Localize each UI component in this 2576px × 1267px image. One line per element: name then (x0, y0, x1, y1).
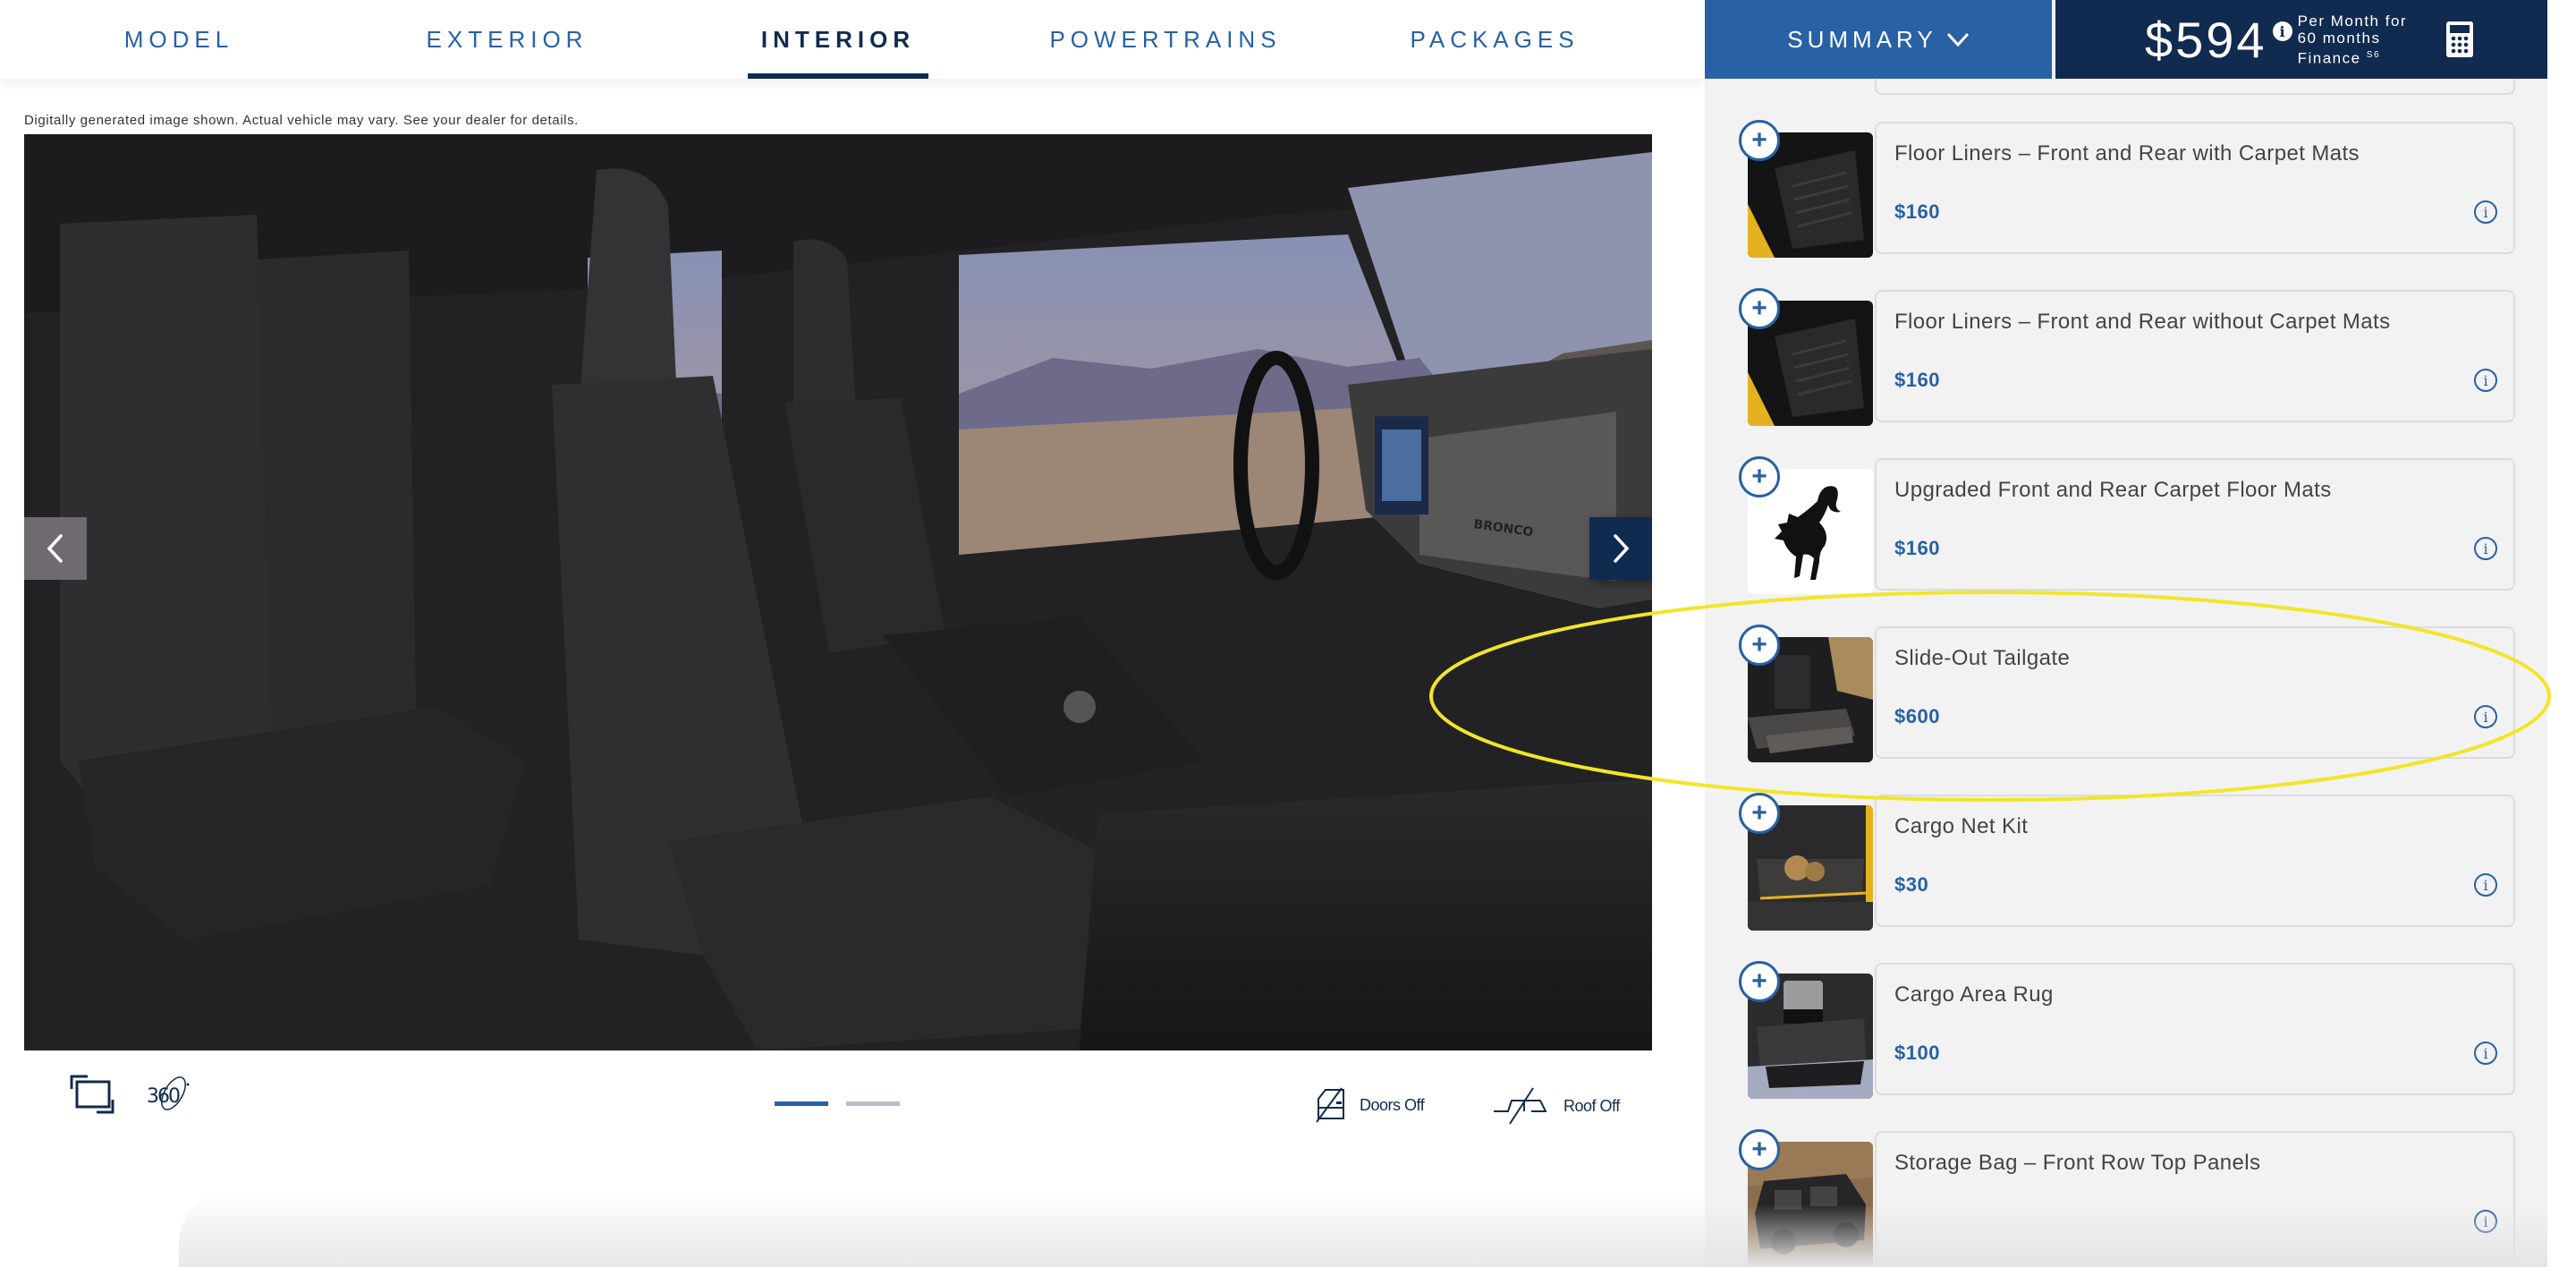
accessory-item: + Floor Liners – Front and Rear without … (1739, 288, 2519, 433)
roof-off-icon (1494, 1087, 1547, 1125)
tab-powertrains[interactable]: POWERTRAINS (1049, 0, 1275, 79)
accessory-price: $160 (1894, 200, 1940, 223)
accessory-item: + Floor Liners – Front and Rear with Car… (1739, 120, 2519, 265)
price-info-icon[interactable]: i (2272, 21, 2292, 41)
info-icon[interactable]: i (2474, 873, 2497, 897)
accessory-item: + Cargo Area Rug $100 i (1739, 961, 2519, 1106)
carousel-dot-1[interactable] (775, 1101, 828, 1106)
price-term-line3: Finance (2297, 49, 2361, 67)
accessory-price: $600 (1894, 705, 1940, 727)
add-accessory-button[interactable]: + (1739, 120, 1780, 161)
tab-interior[interactable]: INTERIOR (748, 0, 928, 79)
tab-exterior[interactable]: EXTERIOR (427, 0, 583, 79)
accessory-card[interactable]: Slide-Out Tailgate $600 i (1875, 626, 2515, 759)
chevron-right-icon (1614, 534, 1630, 563)
carousel-indicators (775, 1101, 900, 1106)
roof-off-label: Roof Off (1563, 1096, 1620, 1115)
accessory-card[interactable]: Storage Bag – Front Row Top Panels i (1875, 1131, 2515, 1263)
config-tabs: MODEL EXTERIOR INTERIOR POWERTRAINS PACK… (0, 0, 1705, 79)
tab-model[interactable]: MODEL (124, 0, 228, 79)
360-view-icon[interactable]: 360 (145, 1074, 191, 1115)
accessory-item: + Cargo Net Kit $30 i (1739, 793, 2519, 938)
monthly-price: $594 (2145, 11, 2267, 68)
doors-off-label: Doors Off (1360, 1095, 1425, 1114)
tab-exterior-label: EXTERIOR (426, 25, 589, 53)
accessory-item: + Storage Bag – Front Row Top Panels i (1739, 1129, 2519, 1267)
info-icon[interactable]: i (2474, 200, 2497, 224)
tab-interior-label: INTERIOR (760, 25, 916, 53)
accessory-name: Floor Liners – Front and Rear with Carpe… (1894, 141, 2360, 166)
tab-powertrains-label: POWERTRAINS (1049, 25, 1282, 53)
chevron-left-icon (47, 534, 63, 563)
previous-image-button[interactable] (24, 517, 87, 580)
accessory-name: Floor Liners – Front and Rear without Ca… (1894, 310, 2391, 334)
doors-off-icon (1316, 1087, 1344, 1123)
next-image-button[interactable] (1589, 517, 1652, 580)
accessory-price: $160 (1894, 369, 1940, 391)
bottom-fade (179, 1190, 1705, 1267)
carousel-dot-2[interactable] (846, 1101, 900, 1106)
roof-off-toggle[interactable]: Roof Off (1492, 1086, 1620, 1126)
add-accessory-button[interactable]: + (1739, 961, 1780, 1002)
calculator-icon[interactable] (2446, 21, 2474, 57)
accessory-card[interactable]: Floor Liners – Front and Rear without Ca… (1875, 290, 2515, 422)
add-accessory-button[interactable]: + (1739, 793, 1780, 834)
info-icon[interactable]: i (2474, 705, 2497, 728)
accessory-name: Storage Bag – Front Row Top Panels (1894, 1151, 2261, 1175)
tab-model-label: MODEL (123, 25, 234, 53)
accessory-price: $100 (1894, 1042, 1940, 1064)
summary-button[interactable]: SUMMARY (1705, 0, 2054, 79)
info-icon[interactable]: i (2474, 537, 2497, 560)
accessory-price: $30 (1894, 873, 1929, 896)
accessory-name: Cargo Area Rug (1894, 982, 2054, 1007)
accessory-card[interactable]: Floor Liners – Front and Rear with Carpe… (1875, 122, 2515, 254)
accessory-item: + Slide-Out Tailgate $600 i (1739, 625, 2519, 770)
accessory-name: Cargo Net Kit (1894, 814, 2029, 838)
price-term-line1: Per Month for (2297, 12, 2408, 30)
accessory-item: + Upgraded Front and Rear Carpet Floor M… (1739, 456, 2519, 601)
chevron-down-icon (1946, 32, 1969, 47)
tab-packages[interactable]: PACKAGES (1410, 0, 1573, 79)
fullscreen-icon[interactable] (70, 1075, 114, 1114)
360-label: 360 (147, 1085, 180, 1108)
viewer-tools: 360 (70, 1074, 191, 1115)
info-icon[interactable]: i (2474, 369, 2497, 392)
vehicle-image-viewer[interactable]: BRONCO (24, 134, 1652, 1050)
accessory-card[interactable]: Cargo Area Rug $100 i (1875, 963, 2515, 1095)
price-footnote: S6 (2366, 49, 2381, 60)
image-disclaimer: Digitally generated image shown. Actual … (24, 113, 579, 128)
accessory-card[interactable]: Upgraded Front and Rear Carpet Floor Mat… (1875, 458, 2515, 591)
previous-accessory-card[interactable] (1875, 79, 2515, 95)
interior-image: BRONCO (24, 134, 1652, 1050)
add-accessory-button[interactable]: + (1739, 1129, 1780, 1170)
add-accessory-button[interactable]: + (1739, 456, 1780, 497)
info-icon[interactable]: i (2474, 1210, 2497, 1233)
accessory-name: Slide-Out Tailgate (1894, 646, 2071, 670)
info-icon[interactable]: i (2474, 1042, 2497, 1065)
accessory-price: $160 (1894, 537, 1940, 559)
accessory-card[interactable]: Cargo Net Kit $30 i (1875, 795, 2515, 927)
price-terms: Per Month for 60 months Finance S6 (2298, 13, 2408, 67)
add-accessory-button[interactable]: + (1739, 625, 1780, 666)
monthly-price-box: $594 i Per Month for 60 months Finance S… (2055, 0, 2547, 79)
tab-packages-label: PACKAGES (1410, 25, 1580, 53)
active-tab-indicator (748, 73, 928, 79)
accessory-name: Upgraded Front and Rear Carpet Floor Mat… (1894, 478, 2332, 502)
accessories-panel[interactable]: + Floor Liners – Front and Rear with Car… (1705, 79, 2547, 1267)
doors-off-toggle[interactable]: Doors Off (1315, 1086, 1425, 1124)
price-term-line2: 60 months (2297, 29, 2381, 47)
add-accessory-button[interactable]: + (1739, 288, 1780, 329)
summary-label: SUMMARY (1787, 25, 1937, 53)
